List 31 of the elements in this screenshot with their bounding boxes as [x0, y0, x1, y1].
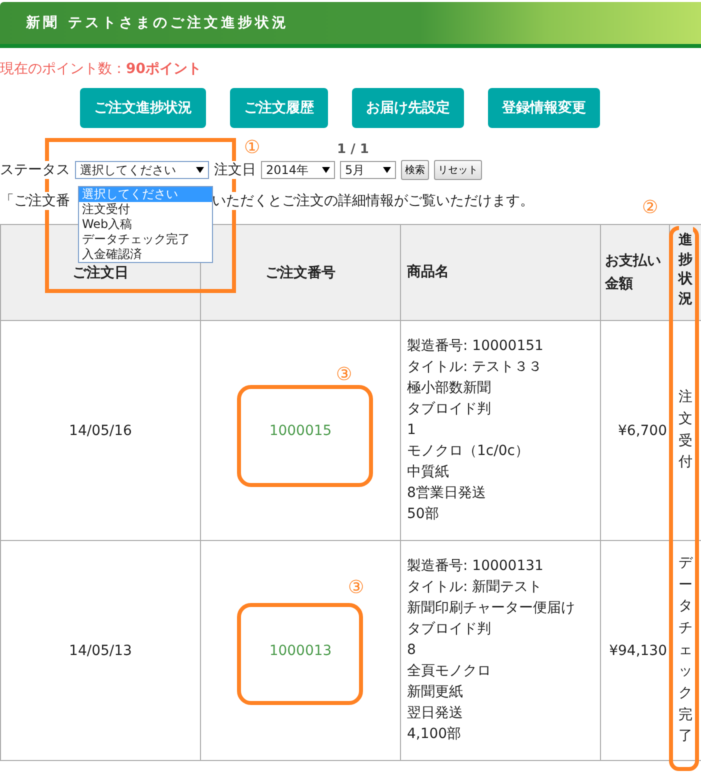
dropdown-option[interactable]: 入金確認済 [79, 247, 212, 262]
annotation-number: ③ [348, 577, 364, 598]
status-text: データチェック完了 [678, 554, 692, 746]
table-cell: 14/05/16 [0, 320, 200, 540]
annotation-number: ③ [336, 364, 352, 385]
page-indicator: 1 / 1 [337, 142, 369, 157]
column-header: 商品名 [407, 264, 449, 280]
page-title: 新聞 テストさまのご注文進捗状況 [26, 14, 289, 32]
reset-button[interactable]: リセット [434, 160, 482, 180]
caret-icon [383, 167, 391, 173]
caret-icon [196, 167, 204, 173]
product-details: 製造番号: 10000151 タイトル: テスト３３ 極小部数新聞 タブロイド判 1 モノクロ（1c/0c） 中質紙 8営業日発送 50部 [400, 320, 600, 540]
column-header: ご注文番号 [266, 264, 336, 280]
status-dropdown[interactable]: 選択してください [75, 161, 209, 179]
date-label: 注文日 [214, 161, 256, 179]
dropdown-option[interactable]: 注文受付 [79, 202, 212, 217]
status-label: ステータス [0, 161, 70, 179]
year-dropdown[interactable]: 2014年 [261, 161, 335, 179]
column-header: お支払い金額 [605, 253, 661, 292]
dropdown-option[interactable]: データチェック完了 [79, 232, 212, 247]
caret-icon [322, 167, 330, 173]
points-text: 現在のポイント数：90ポイント [0, 60, 202, 78]
search-button[interactable]: 検索 [401, 160, 429, 180]
annotation-number: ② [642, 197, 658, 218]
month-dropdown[interactable]: 5月 [340, 161, 396, 179]
product-details: 製造番号: 10000131 タイトル: 新聞テスト 新聞印刷チャーター便届け タブロイド判 8 全頁モノクロ 新聞更紙 翌日発送 4,100部 [400, 540, 600, 760]
annotation-number: ① [244, 137, 260, 158]
column-header: ご注文日 [72, 264, 128, 280]
status-text: 注文受付 [678, 388, 692, 472]
table-cell: 14/05/13 [0, 540, 200, 760]
dropdown-option[interactable]: Web入稿 [79, 217, 212, 232]
